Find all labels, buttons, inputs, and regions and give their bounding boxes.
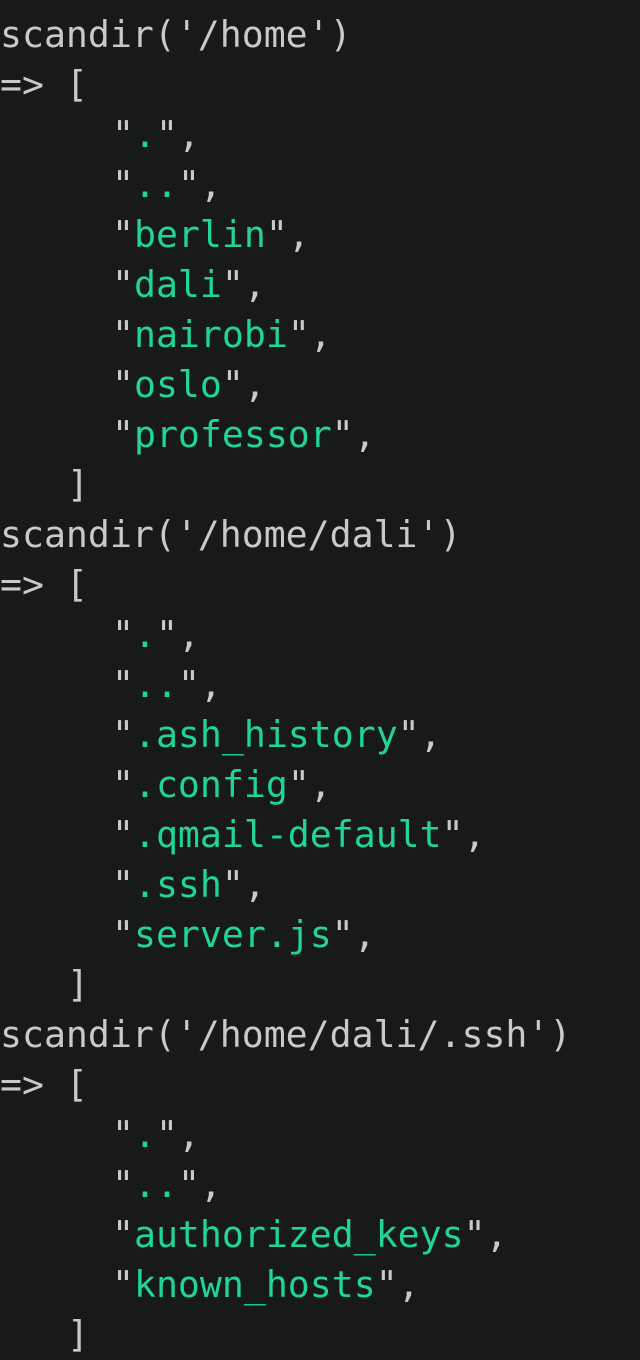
list-item: "nairobi",	[0, 310, 640, 360]
quote-close: ",	[177, 663, 222, 706]
entry-name: server.js	[133, 913, 332, 956]
quote-open: "	[112, 1213, 134, 1256]
result-close: ]	[67, 1313, 89, 1356]
entry-name: ..	[133, 663, 178, 706]
scandir-block: scandir('/home/dali') => [".", "..", ".ash_…	[0, 510, 640, 1010]
quote-close: ",	[155, 1113, 200, 1156]
scandir-block: scandir('/home') => [".", "..", "berlin", "d…	[0, 10, 640, 510]
list-item: ".ash_history",	[0, 710, 640, 760]
quote-open: "	[112, 1263, 134, 1306]
list-item: "known_hosts",	[0, 1260, 640, 1310]
quote-open: "	[112, 1113, 134, 1156]
result-open: => [	[0, 563, 88, 606]
entry-name: ..	[133, 1163, 178, 1206]
quote-open: "	[112, 863, 134, 906]
quote-close: ",	[463, 1213, 508, 1256]
quote-open: "	[112, 113, 134, 156]
list-item: ".config",	[0, 760, 640, 810]
list-item: ".",	[0, 110, 640, 160]
list-item: "..",	[0, 1160, 640, 1210]
result-close: ]	[67, 463, 89, 506]
entry-name: berlin	[133, 213, 266, 256]
quote-close: ",	[221, 363, 266, 406]
list-item: "..",	[0, 660, 640, 710]
quote-close: ",	[287, 763, 332, 806]
quote-close: ",	[397, 713, 442, 756]
entry-name: .	[133, 1113, 156, 1156]
entry-name: oslo	[133, 363, 222, 406]
quote-close: ",	[265, 213, 310, 256]
quote-close: ",	[375, 1263, 420, 1306]
list-item: "authorized_keys",	[0, 1210, 640, 1260]
result-open: => [	[0, 63, 88, 106]
quote-open: "	[112, 663, 134, 706]
list-item: "dali",	[0, 260, 640, 310]
quote-close: ",	[287, 313, 332, 356]
list-item: "oslo",	[0, 360, 640, 410]
quote-open: "	[112, 813, 134, 856]
list-item: "server.js",	[0, 910, 640, 960]
command-line: scandir('/home/dali/.ssh')	[0, 1013, 572, 1056]
quote-close: ",	[221, 263, 266, 306]
entry-name: .	[133, 613, 156, 656]
quote-close: ",	[177, 1163, 222, 1206]
quote-open: "	[112, 913, 134, 956]
command-line: scandir('/home')	[0, 13, 352, 56]
entry-name: dali	[133, 263, 222, 306]
quote-open: "	[112, 313, 134, 356]
entry-name: .ash_history	[133, 713, 398, 756]
list-item: "professor",	[0, 410, 640, 460]
entry-name: nairobi	[133, 313, 288, 356]
entry-name: .config	[133, 763, 288, 806]
list-item: "..",	[0, 160, 640, 210]
entry-name: professor	[133, 413, 332, 456]
command-line: scandir('/home/dali')	[0, 513, 462, 556]
entry-name: authorized_keys	[133, 1213, 464, 1256]
list-item: ".qmail-default",	[0, 810, 640, 860]
quote-open: "	[112, 163, 134, 206]
list-item: ".ssh",	[0, 860, 640, 910]
quote-open: "	[112, 363, 134, 406]
terminal-output: scandir('/home') => [".", "..", "berlin", "d…	[0, 0, 640, 1360]
quote-open: "	[112, 713, 134, 756]
quote-close: ",	[441, 813, 486, 856]
list-item: ".",	[0, 610, 640, 660]
entry-name: .ssh	[133, 863, 222, 906]
result-open: => [	[0, 1063, 88, 1106]
quote-close: ",	[221, 863, 266, 906]
quote-close: ",	[155, 613, 200, 656]
quote-open: "	[112, 213, 134, 256]
entry-name: .qmail-default	[133, 813, 442, 856]
entry-name: ..	[133, 163, 178, 206]
quote-close: ",	[331, 913, 376, 956]
entry-name: .	[133, 113, 156, 156]
quote-close: ",	[155, 113, 200, 156]
list-item: ".",	[0, 1110, 640, 1160]
quote-open: "	[112, 763, 134, 806]
quote-open: "	[112, 1163, 134, 1206]
scandir-block: scandir('/home/dali/.ssh') => [".", "..", "…	[0, 1010, 640, 1360]
entry-name: known_hosts	[133, 1263, 376, 1306]
quote-close: ",	[177, 163, 222, 206]
quote-open: "	[112, 263, 134, 306]
list-item: "berlin",	[0, 210, 640, 260]
quote-open: "	[112, 413, 134, 456]
quote-close: ",	[331, 413, 376, 456]
quote-open: "	[112, 613, 134, 656]
result-close: ]	[67, 963, 89, 1006]
